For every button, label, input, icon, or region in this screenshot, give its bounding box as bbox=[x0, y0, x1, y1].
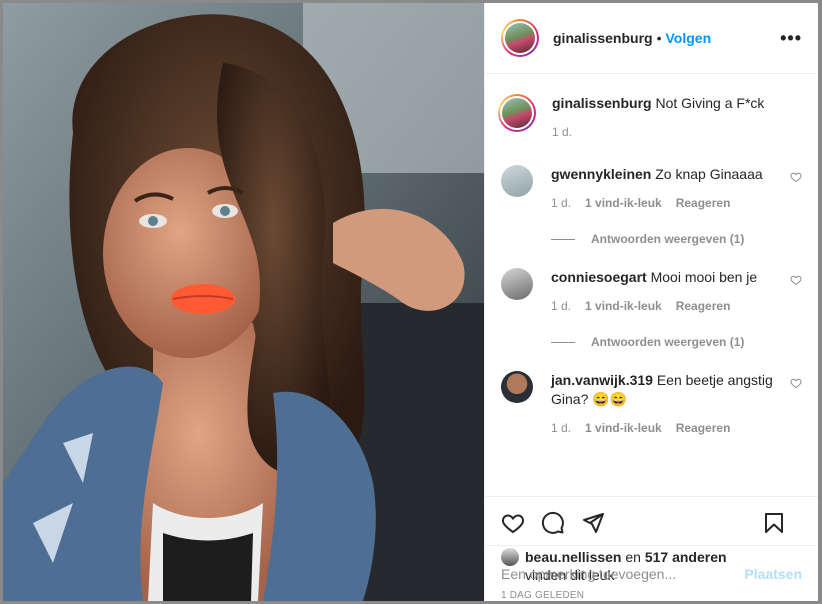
caption: ginalissenburg Not Giving a F*ck 1 d. bbox=[498, 94, 802, 139]
comment-likes[interactable]: 1 vind-ik-leuk bbox=[585, 421, 662, 435]
caption-time[interactable]: 1 d. bbox=[552, 125, 572, 139]
comment-likes[interactable]: 1 vind-ik-leuk bbox=[585, 196, 662, 210]
post-comment-button[interactable]: Plaatsen bbox=[744, 566, 802, 582]
heart-icon[interactable] bbox=[790, 171, 802, 183]
view-replies-label: Antwoorden weergeven (1) bbox=[591, 335, 745, 349]
heart-icon[interactable] bbox=[790, 274, 802, 286]
reply-button[interactable]: Reageren bbox=[676, 196, 731, 210]
header-username[interactable]: ginalissenburg bbox=[553, 30, 653, 46]
story-avatar[interactable] bbox=[501, 19, 539, 57]
reply-button[interactable]: Reageren bbox=[676, 299, 731, 313]
comment-item: jan.vanwijk.319 Een beetje angstig Gina?… bbox=[501, 371, 802, 435]
more-icon[interactable]: ••• bbox=[780, 28, 802, 49]
comment-time[interactable]: 1 d. bbox=[551, 421, 571, 435]
view-replies-button[interactable]: Antwoorden weergeven (1) bbox=[551, 232, 802, 246]
comment-input[interactable]: Een opmerking toevoegen... bbox=[501, 566, 744, 582]
caption-body: Not Giving a F*ck bbox=[655, 95, 765, 111]
reply-button[interactable]: Reageren bbox=[676, 421, 731, 435]
caption-text: ginalissenburg Not Giving a F*ck bbox=[552, 94, 778, 113]
divider bbox=[551, 341, 575, 343]
view-replies-button[interactable]: Antwoorden weergeven (1) bbox=[551, 335, 802, 349]
caption-username[interactable]: ginalissenburg bbox=[552, 95, 652, 111]
heart-icon[interactable] bbox=[790, 377, 802, 389]
comment-text: Zo knap Ginaaaa bbox=[655, 166, 763, 182]
action-bar bbox=[485, 496, 818, 548]
comment-time[interactable]: 1 d. bbox=[551, 299, 571, 313]
divider bbox=[551, 238, 575, 240]
avatar bbox=[502, 98, 532, 128]
avatar[interactable] bbox=[501, 371, 533, 403]
comment-composer: Een opmerking toevoegen... Plaatsen bbox=[485, 545, 818, 601]
heart-icon[interactable] bbox=[501, 511, 525, 535]
comment-icon[interactable] bbox=[541, 511, 565, 535]
caption-avatar[interactable] bbox=[498, 94, 536, 132]
comment-item: conniesoegart Mooi mooi ben je 1 d. 1 vi… bbox=[501, 268, 802, 313]
comment-item: gwennykleinen Zo knap Ginaaaa 1 d. 1 vin… bbox=[501, 165, 802, 210]
bookmark-icon[interactable] bbox=[762, 511, 786, 535]
comment-likes[interactable]: 1 vind-ik-leuk bbox=[585, 299, 662, 313]
comment-text: Mooi mooi ben je bbox=[650, 269, 758, 285]
share-icon[interactable] bbox=[581, 511, 605, 535]
avatar[interactable] bbox=[501, 165, 533, 197]
comments-list[interactable]: ginalissenburg Not Giving a F*ck 1 d. gw… bbox=[485, 74, 818, 496]
comment-username[interactable]: jan.vanwijk.319 bbox=[551, 372, 653, 388]
post-side-panel: ginalissenburg • Volgen ••• ginalissenbu… bbox=[484, 3, 818, 601]
selfie-image bbox=[3, 3, 484, 601]
comment-username[interactable]: gwennykleinen bbox=[551, 166, 651, 182]
comment-time[interactable]: 1 d. bbox=[551, 196, 571, 210]
post-dialog: ginalissenburg • Volgen ••• ginalissenbu… bbox=[3, 3, 818, 601]
comment-username[interactable]: conniesoegart bbox=[551, 269, 647, 285]
follow-button[interactable]: Volgen bbox=[665, 30, 711, 46]
view-replies-label: Antwoorden weergeven (1) bbox=[591, 232, 745, 246]
avatar[interactable] bbox=[501, 268, 533, 300]
post-photo[interactable] bbox=[3, 3, 484, 601]
avatar bbox=[505, 23, 535, 53]
post-header: ginalissenburg • Volgen ••• bbox=[485, 3, 818, 74]
separator-dot: • bbox=[656, 30, 662, 46]
